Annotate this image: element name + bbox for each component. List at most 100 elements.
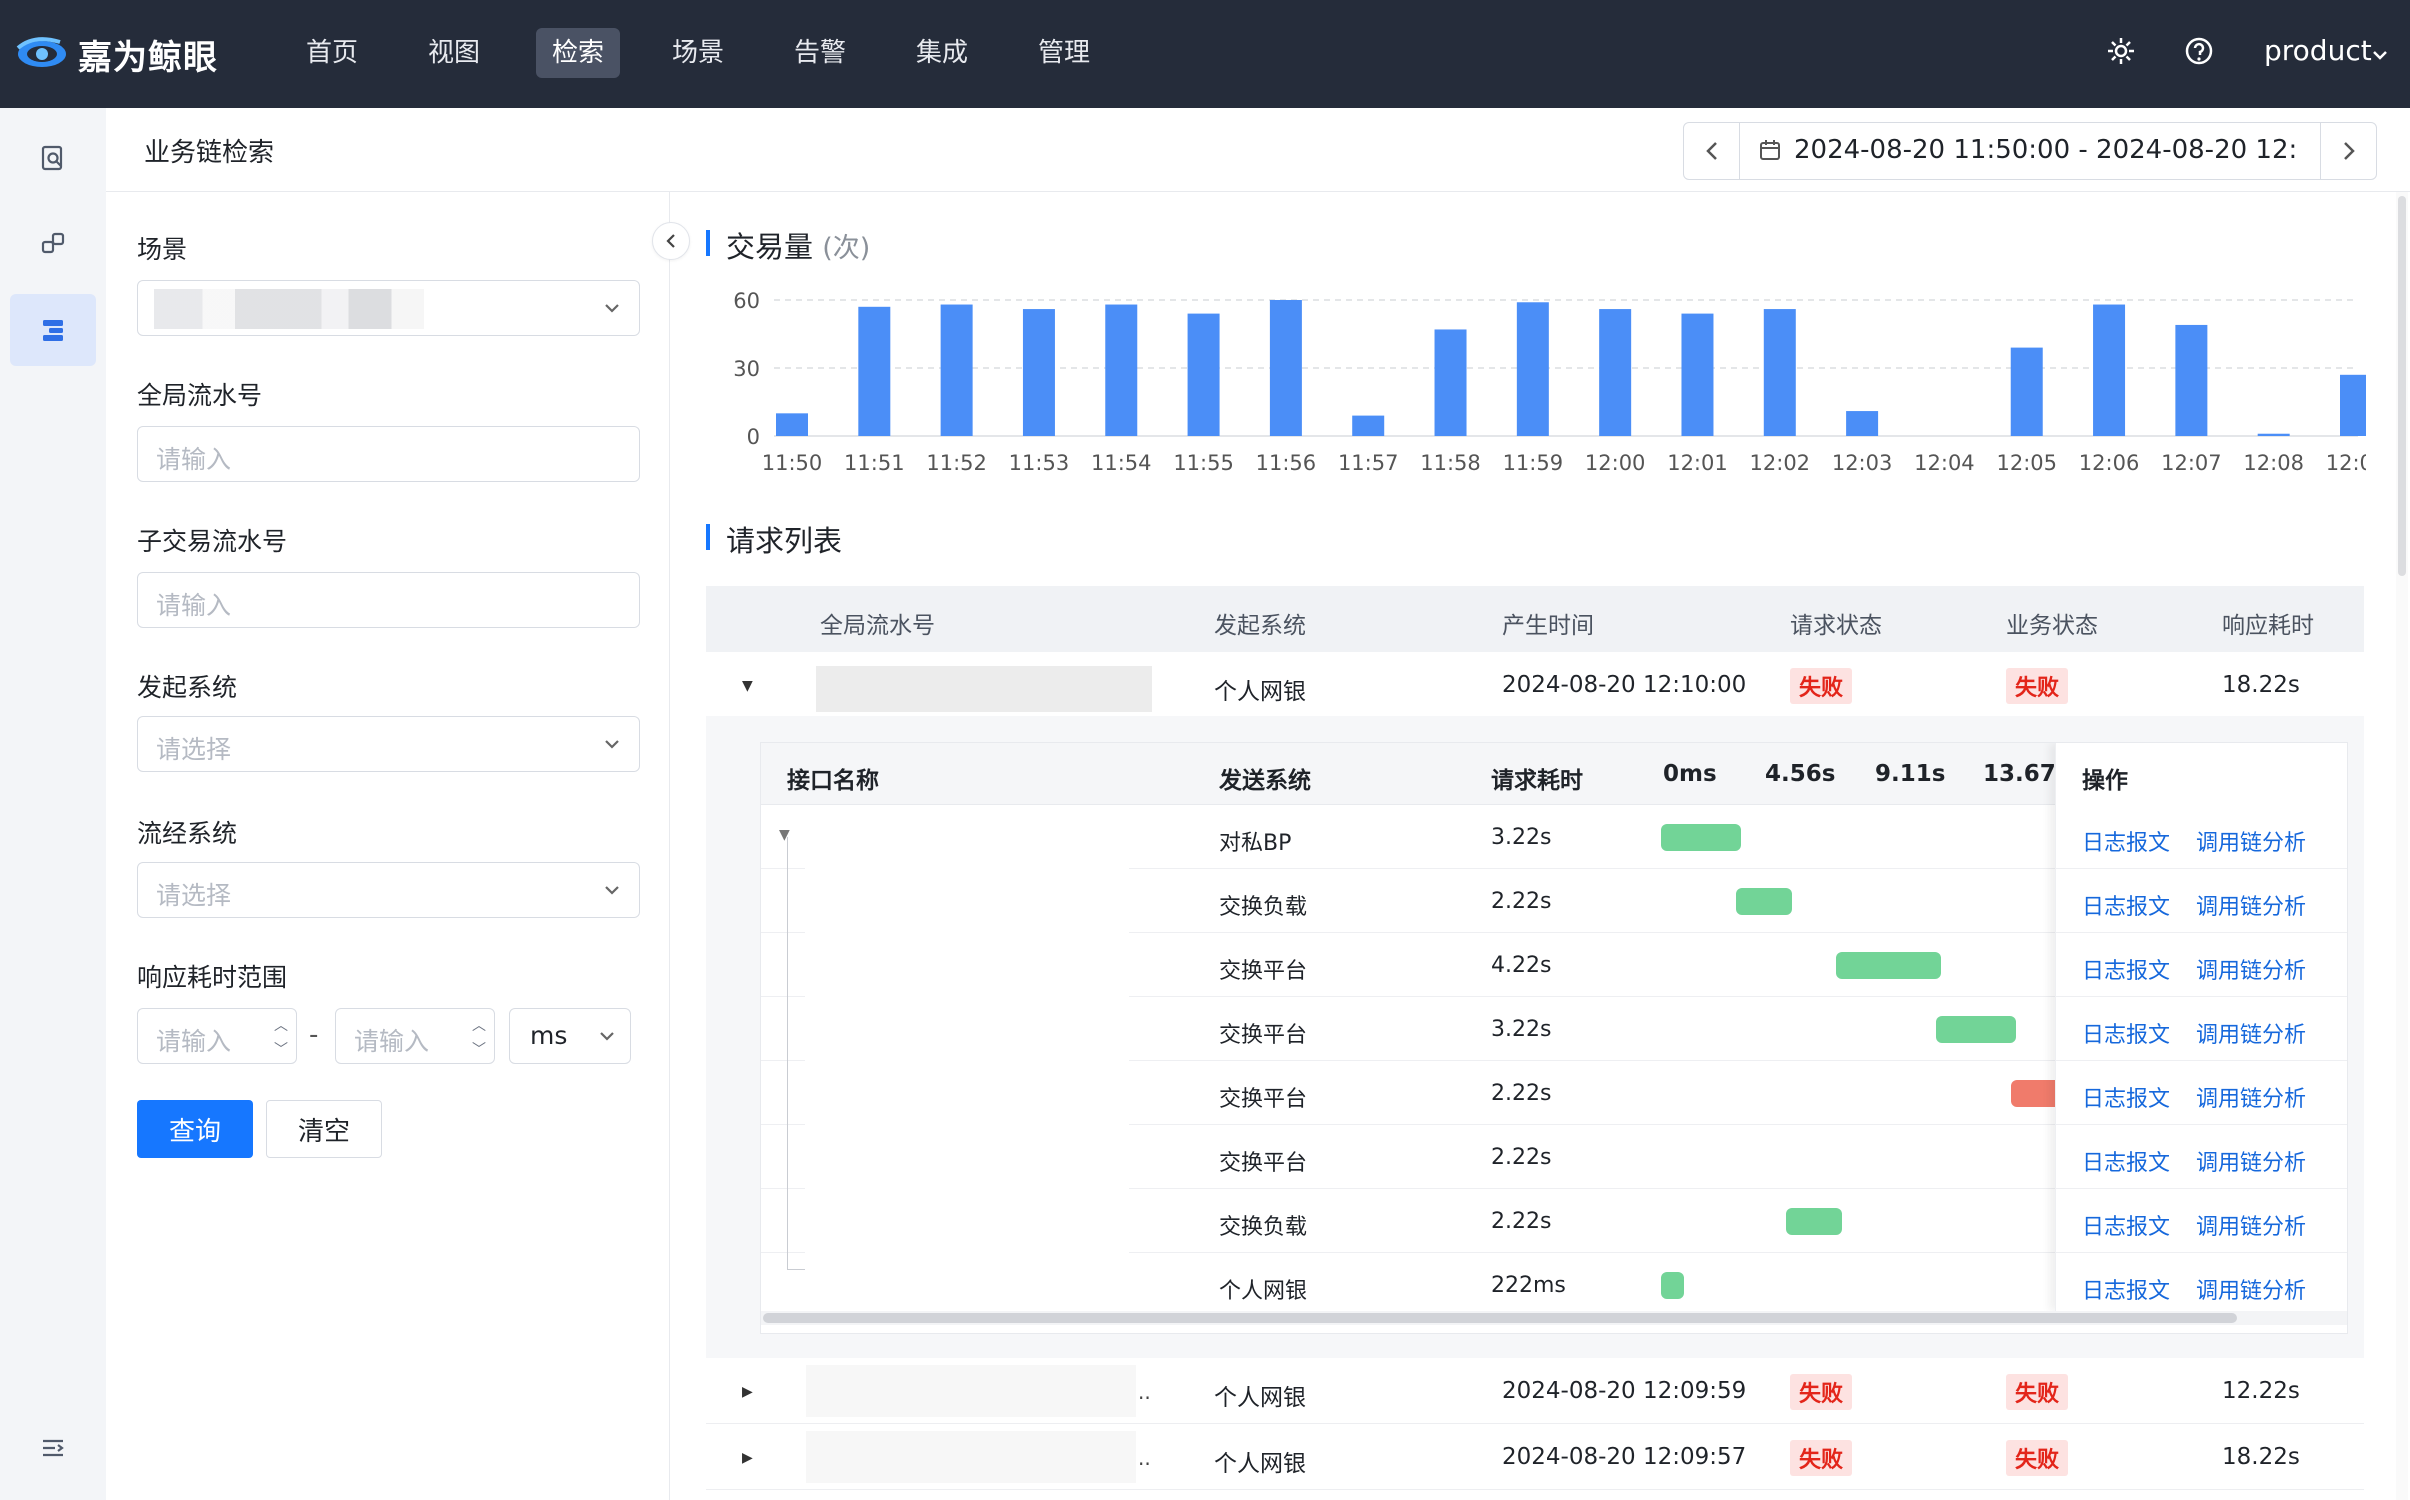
volume-bar[interactable] [940,304,973,436]
time-prev-button[interactable] [1684,123,1740,179]
caret-right-icon[interactable]: ▶ [742,1450,753,1466]
trace-analysis-link[interactable]: 调用链分析 [2196,825,2306,857]
stepper-icon[interactable]: ︿ ﹀ [272,1015,290,1059]
col-interface-name: 接口名称 [787,768,879,794]
trace-analysis-link[interactable]: 调用链分析 [2196,1081,2306,1113]
interface-duration: 222ms [1491,1273,1566,1298]
volume-section-title: 交易量 (次) [706,224,870,266]
volume-bar[interactable] [2093,304,2126,436]
app-logo[interactable]: 嘉为鲸眼 [16,26,218,82]
unit-select[interactable]: ms [509,1008,631,1064]
volume-bar[interactable] [1434,329,1467,436]
volume-bar[interactable] [776,413,808,436]
rail-collapse[interactable] [10,1412,96,1484]
volume-bar[interactable] [1187,313,1220,436]
nav-integration[interactable]: 集成 [900,28,984,78]
nav-view[interactable]: 视图 [412,28,496,78]
timeline-bar[interactable] [1936,1016,2017,1043]
col-operations: 操作 [2082,768,2128,794]
time-next-button[interactable] [2320,123,2376,179]
trace-analysis-link[interactable]: 调用链分析 [2196,889,2306,921]
timeline-bar[interactable] [1786,1208,1842,1235]
log-message-link[interactable]: 日志报文 [2082,1273,2170,1305]
clear-button[interactable]: 清空 [266,1100,382,1158]
timeline-bar[interactable] [1661,1272,1684,1299]
nav-alert[interactable]: 告警 [778,28,862,78]
time-range-value[interactable]: 2024-08-20 11:50:00 - 2024-08-20 12:10:0… [1794,135,2300,167]
chevron-down-icon [598,1027,616,1046]
nav-manage[interactable]: 管理 [1022,28,1106,78]
log-message-link[interactable]: 日志报文 [2082,889,2170,921]
user-menu[interactable]: product [2264,34,2372,67]
time-range-picker[interactable]: 2024-08-20 11:50:00 - 2024-08-20 12:10:0… [1683,122,2377,180]
stepper-icon[interactable]: ︿ ﹀ [470,1015,488,1059]
log-message-link[interactable]: 日志报文 [2082,1017,2170,1049]
x-tick-label: 12:05 [1996,451,2057,475]
nav-scene[interactable]: 场景 [656,28,740,78]
table-header: 全局流水号 发起系统 产生时间 请求状态 业务状态 响应耗时 [706,586,2364,652]
x-tick-label: 12:06 [2079,451,2140,475]
volume-bar[interactable] [1681,313,1714,436]
chevron-down-icon[interactable] [2372,46,2388,65]
horizontal-scrollbar-thumb[interactable] [763,1313,2237,1323]
vertical-scrollbar-thumb[interactable] [2398,196,2406,576]
timeline-bar[interactable] [1736,888,1792,915]
caret-down-icon[interactable]: ▼ [742,678,753,694]
duration-min-input[interactable]: 请输入 ︿ ﹀ [137,1008,297,1064]
volume-bar[interactable] [1763,309,1796,436]
volume-bar[interactable] [1105,304,1138,436]
volume-bar[interactable] [1846,411,1879,436]
log-message-link[interactable]: 日志报文 [2082,953,2170,985]
collapse-filter-button[interactable] [652,222,690,260]
volume-bar[interactable] [1516,302,1549,436]
volume-bar[interactable] [1022,309,1055,436]
volume-bar[interactable] [858,306,891,436]
row-divider [2056,996,2347,997]
log-message-link[interactable]: 日志报文 [2082,1081,2170,1113]
rail-search-doc[interactable] [10,122,96,194]
duration-range-group: 请输入 ︿ ﹀ - 请输入 ︿ ﹀ ms [137,1008,640,1064]
volume-bar[interactable] [2175,324,2208,436]
log-message-link[interactable]: 日志报文 [2082,1145,2170,1177]
trace-analysis-link[interactable]: 调用链分析 [2196,1273,2306,1305]
gear-icon[interactable] [2104,34,2138,68]
query-button[interactable]: 查询 [137,1100,253,1158]
interface-duration: 2.22s [1491,1145,1552,1170]
nav-search[interactable]: 检索 [536,28,621,78]
interface-send-system: 交换平台 [1219,1023,1308,1048]
help-icon[interactable] [2182,34,2216,68]
trace-analysis-link[interactable]: 调用链分析 [2196,1017,2306,1049]
table-row[interactable]: ▼ 个人网银 2024-08-20 12:10:00 失败 失败 18.22s [706,652,2364,718]
caret-down-icon[interactable]: ▼ [779,827,790,843]
scene-select[interactable] [137,280,640,336]
trace-analysis-link[interactable]: 调用链分析 [2196,953,2306,985]
volume-bar[interactable] [2340,374,2366,436]
origin-system-select[interactable]: 请选择 [137,716,640,772]
table-row[interactable]: ▶ .. 个人网银 2024-08-20 12:09:59 失败 失败 12.2… [706,1358,2364,1424]
interface-duration: 2.22s [1491,889,1552,914]
global-id-input[interactable]: 请输入 [137,426,640,482]
sub-id-input[interactable]: 请输入 [137,572,640,628]
volume-bar[interactable] [1269,300,1302,436]
trace-analysis-link[interactable]: 调用链分析 [2196,1145,2306,1177]
caret-right-icon[interactable]: ▶ [742,1384,753,1400]
volume-bar[interactable] [1599,309,1632,436]
volume-bar[interactable] [2010,347,2043,436]
timeline-bar[interactable] [1836,952,1941,979]
interface-send-system: 个人网银 [1219,1279,1308,1304]
y-tick-label: 30 [733,357,760,381]
duration-max-input[interactable]: 请输入 ︿ ﹀ [335,1008,495,1064]
volume-bar[interactable] [2257,433,2290,436]
log-message-link[interactable]: 日志报文 [2082,1209,2170,1241]
volume-title: 交易量 [726,230,814,264]
volume-bar[interactable] [1352,415,1385,436]
redacted-global-id [806,1365,1136,1417]
timeline-bar[interactable] [1661,824,1742,851]
log-message-link[interactable]: 日志报文 [2082,825,2170,857]
table-row[interactable]: ▶ .. 个人网银 2024-08-20 12:09:57 失败 失败 18.2… [706,1424,2364,1490]
rail-trace-search[interactable] [10,294,96,366]
trace-analysis-link[interactable]: 调用链分析 [2196,1209,2306,1241]
nav-home[interactable]: 首页 [290,28,374,78]
via-system-select[interactable]: 请选择 [137,862,640,918]
rail-topology[interactable] [10,208,96,280]
